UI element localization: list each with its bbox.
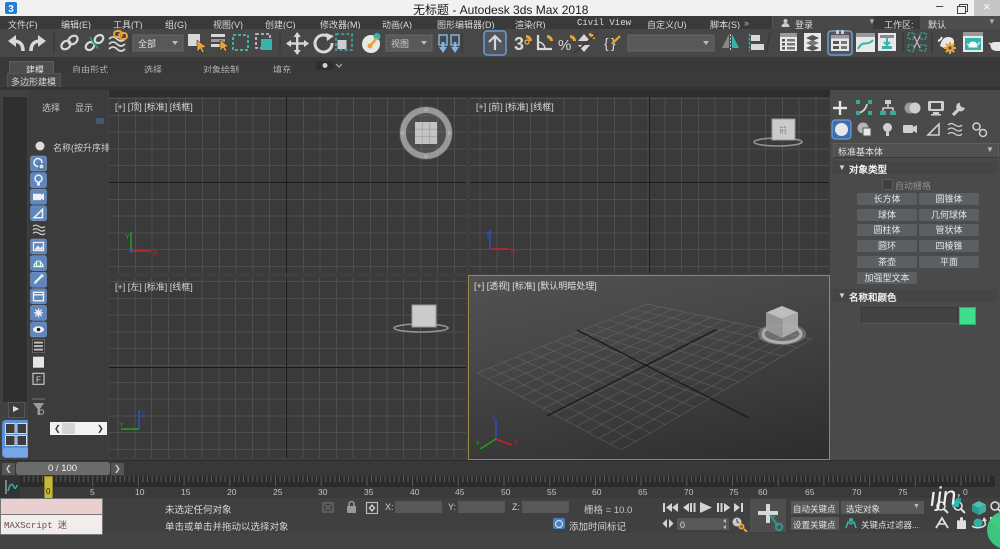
svg-text:3: 3 (8, 4, 14, 15)
svg-text:Y: Y (119, 422, 124, 429)
svg-text:全部: 全部 (138, 38, 156, 49)
svg-text:视图: 视图 (391, 38, 409, 49)
svg-text:Z: Z (486, 232, 491, 239)
svg-text:3: 3 (514, 34, 524, 54)
svg-text:X: X (153, 250, 158, 257)
svg-text:F: F (36, 375, 41, 384)
svg-text:X: X (510, 248, 515, 255)
svg-text:y: y (514, 438, 518, 445)
svg-text:x: x (476, 440, 480, 447)
svg-text:Z: Z (141, 412, 146, 419)
svg-text:z: z (492, 414, 496, 421)
svg-text:0: 0 (680, 520, 685, 530)
svg-text:前: 前 (779, 125, 787, 135)
svg-text:{: { (604, 35, 609, 51)
svg-text:%: % (558, 37, 571, 54)
svg-text:Y: Y (125, 234, 130, 241)
